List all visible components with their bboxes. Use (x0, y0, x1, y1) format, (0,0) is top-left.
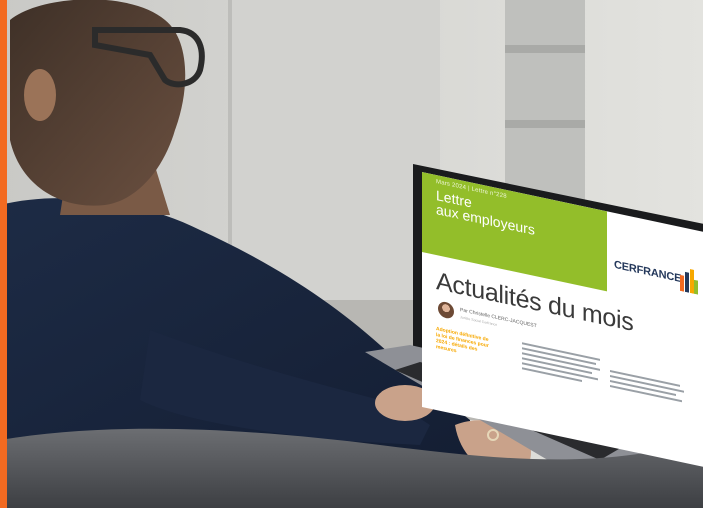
article-title: Adoption définitive de la loi de finance… (436, 325, 489, 355)
article-text-column-2 (610, 369, 690, 427)
article-text-column (522, 342, 602, 399)
shelf-unit (505, 0, 585, 200)
shelf-board-2 (505, 120, 585, 128)
author-avatar (438, 300, 454, 320)
photo-frame: Mars 2024 | Lettre n°228 Lettre aux empl… (0, 0, 703, 508)
accent-bar (0, 0, 7, 508)
ear (24, 69, 56, 121)
cerfrance-logo: CERFRANCE (614, 253, 699, 297)
newsletter-title-line2: aux employeurs (436, 200, 535, 238)
shelf-board (505, 45, 585, 53)
brand-name: CERFRANCE (614, 258, 682, 286)
cerfrance-logo-icon (680, 268, 698, 295)
